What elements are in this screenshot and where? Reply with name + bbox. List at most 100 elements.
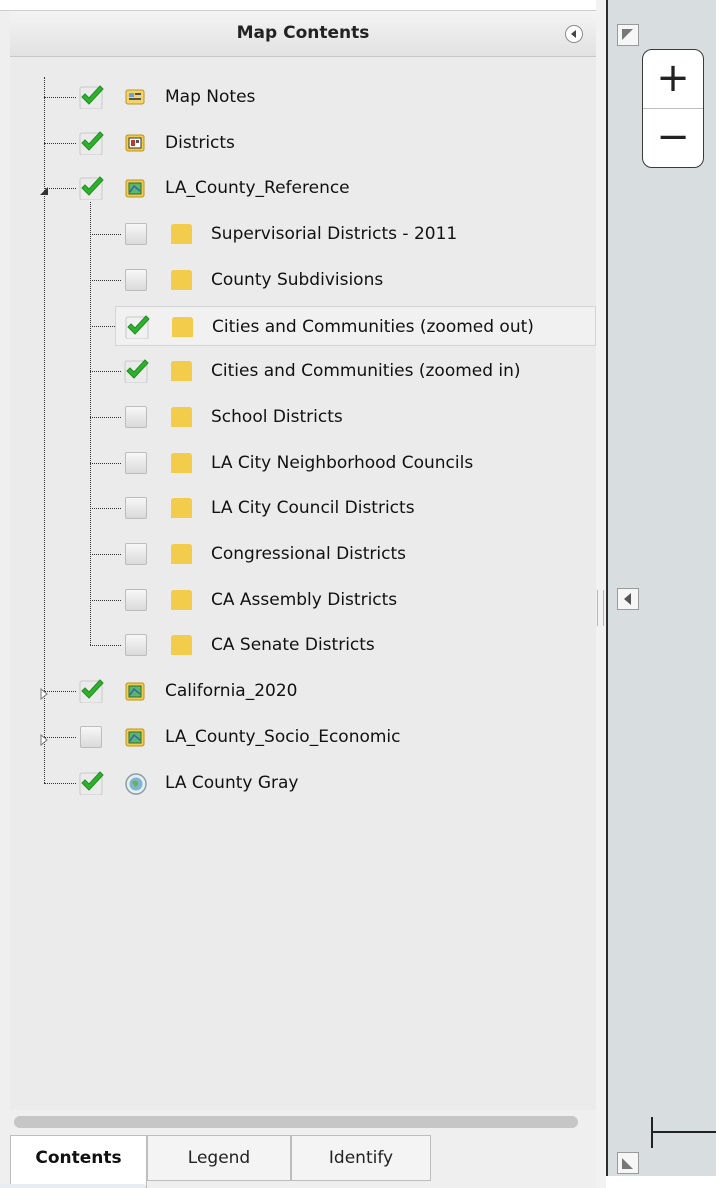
chevron-left-icon — [571, 30, 576, 38]
map-corner-top-button[interactable] — [617, 24, 639, 46]
active-tab-underline — [0, 1184, 145, 1188]
layer-label: CA Senate Districts — [211, 635, 375, 656]
splitter-grip[interactable] — [597, 590, 604, 626]
folder-icon — [169, 314, 193, 337]
panel-tabs: Contents Legend Identify — [10, 1135, 596, 1188]
scale-bar — [652, 1131, 716, 1133]
layer-visibility-checkbox[interactable] — [125, 405, 147, 428]
checkmark-icon — [79, 130, 104, 155]
layer-row[interactable]: LA City Council Districts — [115, 488, 596, 528]
layer-row[interactable]: Cities and Communities (zoomed out) — [115, 305, 596, 346]
layer-visibility-checkbox[interactable] — [79, 85, 104, 109]
layer-row[interactable]: LA City Neighborhood Councils — [115, 443, 596, 483]
expand-arrow-icon[interactable] — [38, 731, 50, 750]
collapse-panel-button[interactable] — [565, 25, 583, 43]
checkmark-icon — [79, 85, 104, 109]
map-service-icon — [124, 680, 146, 702]
folder-icon — [168, 541, 192, 564]
layer-label: CA Assembly Districts — [211, 589, 398, 610]
layer-row[interactable]: LA_County_Socio_Economic — [70, 717, 596, 757]
layer-label: LA County Gray — [165, 772, 299, 793]
checkmark-icon — [125, 314, 150, 339]
layer-row[interactable]: Congressional Districts — [115, 534, 596, 574]
layer-visibility-checkbox[interactable] — [79, 770, 104, 795]
panel-header: Map Contents — [10, 11, 596, 57]
layer-label: Congressional Districts — [211, 544, 406, 564]
corner-arrow-icon — [622, 29, 633, 40]
layer-visibility-checkbox[interactable] — [79, 679, 104, 704]
horizontal-scrollbar[interactable] — [14, 1116, 578, 1128]
folder-icon — [168, 587, 192, 610]
layer-row[interactable]: LA County Gray — [70, 763, 596, 803]
layer-visibility-checkbox[interactable] — [79, 176, 104, 201]
map-service-icon — [124, 177, 146, 199]
layer-label: LA_County_Reference — [165, 178, 350, 199]
layer-row[interactable]: LA_County_Reference — [70, 168, 596, 208]
panel-splitter[interactable] — [596, 0, 606, 1188]
layer-label: California_2020 — [165, 681, 298, 702]
layer-label: County Subdivisions — [211, 269, 384, 290]
layer-row[interactable]: School Districts — [115, 397, 596, 437]
layer-visibility-checkbox[interactable] — [125, 268, 147, 291]
layer-visibility-checkbox[interactable] — [80, 725, 102, 748]
layer-label: Cities and Communities (zoomed out) — [212, 316, 534, 337]
map-service-icon — [124, 726, 146, 748]
tab-contents[interactable]: Contents — [10, 1135, 147, 1188]
layer-tree: Map Notes Districts LA_County_Reference Sup… — [10, 57, 596, 1110]
folder-icon — [168, 495, 192, 519]
folder-icon — [168, 450, 192, 473]
chevron-left-icon — [624, 593, 631, 605]
layer-row[interactable]: California_2020 — [70, 671, 596, 711]
layer-row[interactable]: CA Senate Districts — [115, 625, 596, 665]
layer-visibility-checkbox[interactable] — [125, 634, 147, 657]
layer-visibility-checkbox[interactable] — [125, 497, 147, 520]
folder-icon — [168, 221, 192, 245]
checkmark-icon — [79, 679, 104, 704]
layer-visibility-checkbox[interactable] — [125, 451, 147, 474]
basemap-globe-icon — [124, 772, 147, 795]
layer-label: LA City Neighborhood Councils — [211, 452, 474, 473]
corner-arrow-icon — [622, 1158, 633, 1169]
map-contents-panel: Map Contents Map Notes Districts LA_County… — [0, 0, 596, 1188]
folder-icon — [168, 632, 192, 656]
folder-icon — [168, 267, 192, 290]
layer-row[interactable]: County Subdivisions — [115, 260, 596, 300]
map-corner-bottom-button[interactable] — [617, 1152, 639, 1174]
layer-visibility-checkbox[interactable] — [125, 314, 150, 339]
tab-identify[interactable]: Identify — [291, 1135, 431, 1181]
layer-row[interactable]: Map Notes — [70, 77, 596, 117]
layer-row[interactable]: Supervisorial Districts - 2011 — [115, 214, 596, 254]
checkmark-icon — [79, 770, 104, 795]
layer-row[interactable]: CA Assembly Districts — [115, 580, 596, 620]
layer-label: Districts — [165, 132, 235, 153]
zoom-control: + − — [642, 49, 704, 168]
layer-label: School Districts — [211, 406, 343, 427]
folder-icon — [168, 404, 192, 427]
expand-arrow-icon[interactable] — [38, 685, 50, 704]
layer-visibility-checkbox[interactable] — [125, 543, 147, 565]
panel-top-edge — [0, 0, 596, 11]
layer-visibility-checkbox[interactable] — [125, 223, 147, 246]
checkmark-icon — [79, 176, 104, 201]
collapse-arrow-icon[interactable] — [38, 182, 50, 201]
layer-label: Map Notes — [165, 87, 256, 107]
zoom-out-button[interactable]: − — [643, 109, 703, 167]
panel-title: Map Contents — [236, 23, 370, 43]
folder-icon — [168, 358, 192, 382]
layer-visibility-checkbox[interactable] — [124, 359, 149, 384]
layer-row[interactable]: Districts — [70, 123, 596, 163]
tab-legend[interactable]: Legend — [147, 1135, 291, 1181]
layer-visibility-checkbox[interactable] — [125, 588, 147, 611]
layer-label: Cities and Communities (zoomed in) — [211, 361, 521, 382]
layer-row[interactable]: Cities and Communities (zoomed in) — [115, 351, 596, 391]
map-bottom-edge — [606, 1176, 716, 1188]
feature-layer-icon — [124, 132, 146, 154]
layer-label: LA_County_Socio_Economic — [165, 726, 401, 747]
checkmark-icon — [124, 359, 149, 384]
layer-label: Supervisorial Districts - 2011 — [211, 224, 458, 245]
layer-visibility-checkbox[interactable] — [79, 130, 104, 155]
zoom-in-button[interactable]: + — [643, 50, 703, 108]
expand-panel-button[interactable] — [617, 588, 639, 610]
tree-connector-line — [90, 202, 91, 646]
map-notes-icon — [124, 86, 146, 108]
